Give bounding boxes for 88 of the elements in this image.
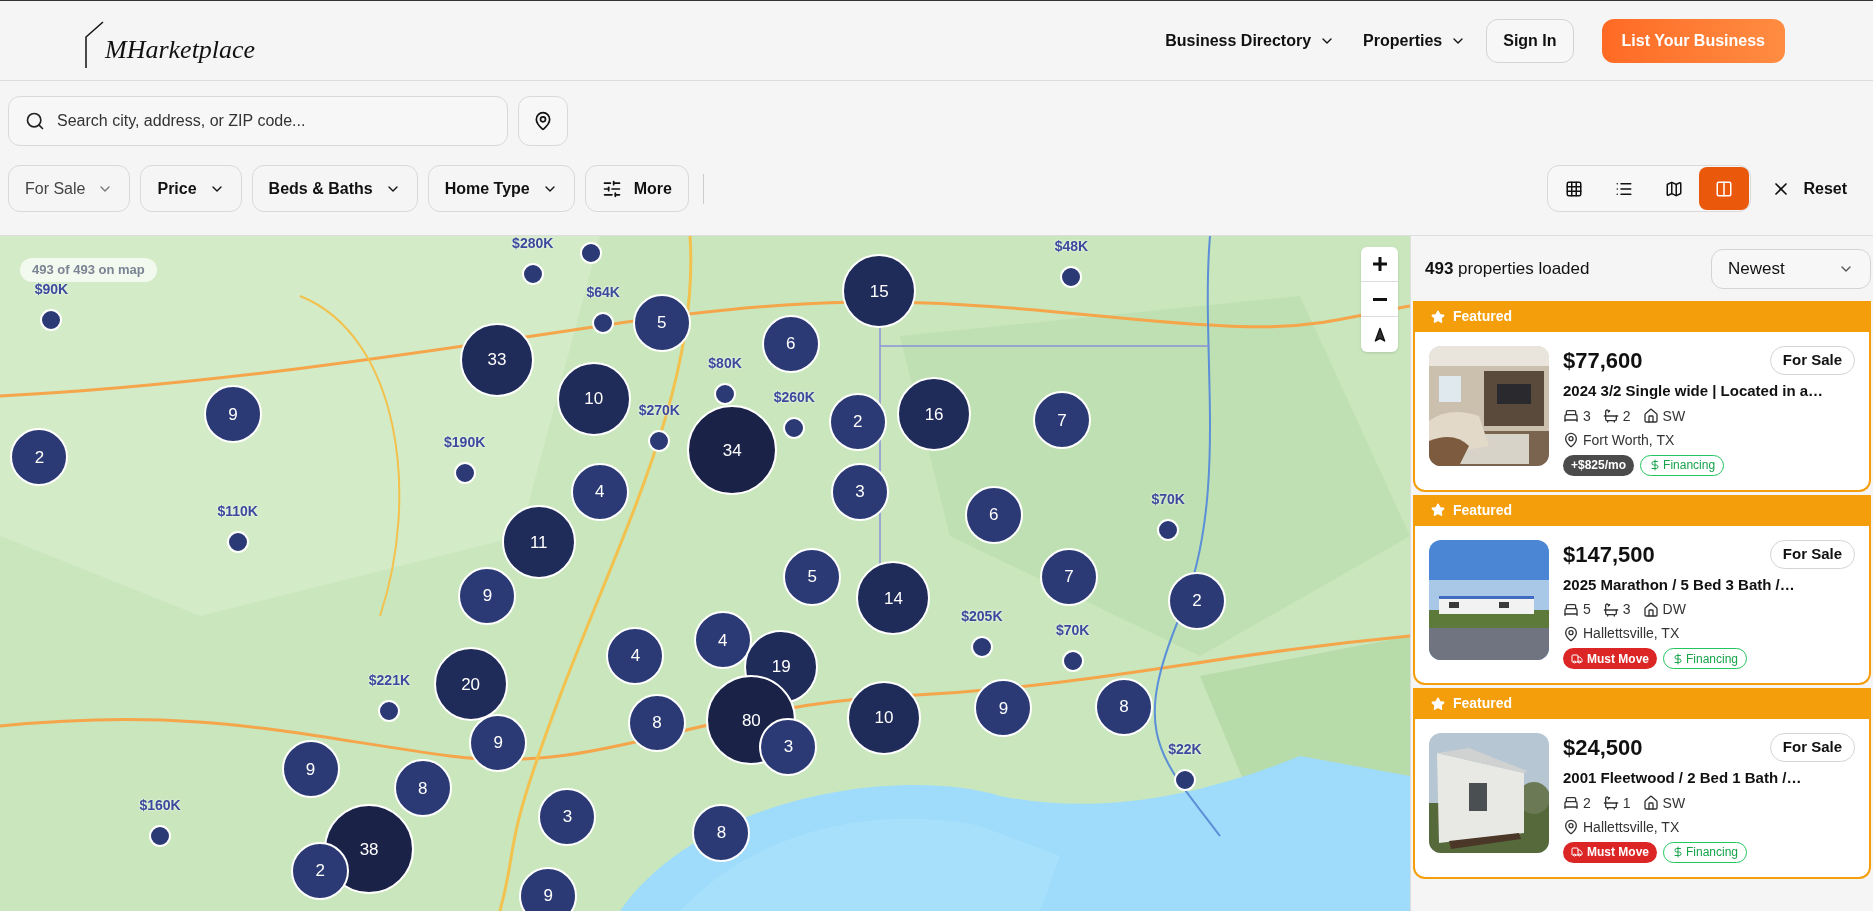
nav-menu[interactable]: Business Directory	[1157, 20, 1344, 61]
listing-title: 2024 3/2 Single wide | Located in a…	[1563, 381, 1825, 401]
location-button[interactable]	[518, 96, 568, 146]
minus-icon	[1372, 297, 1387, 301]
price-label: $205K	[961, 609, 1003, 624]
bed-count: 5	[1583, 600, 1591, 619]
listing-card[interactable]: Featured $77,600 For Sale 2024 3/2 Single wide | Located in a… 3 2 SW Fort Worth, TX +$825/mo Financing	[1413, 301, 1871, 492]
financing-tag: Financing	[1663, 648, 1748, 669]
sort-select[interactable]: Newest	[1711, 248, 1871, 289]
reset-button[interactable]: Reset	[1771, 176, 1847, 201]
bath-count: 3	[1622, 600, 1631, 619]
listing-location: Hallettsville, TX	[1583, 817, 1680, 837]
bed-count: 3	[1583, 406, 1591, 426]
bed-icon	[1563, 408, 1579, 424]
price-label: $110K	[217, 504, 258, 519]
must-move-tag: Must Move	[1563, 841, 1657, 863]
truck-icon	[1571, 846, 1583, 858]
featured-label: Featured	[1453, 307, 1513, 326]
price-label: $221K	[368, 672, 411, 687]
split-view-icon	[1715, 179, 1734, 198]
filter-dropdown[interactable]: For Sale	[8, 165, 131, 212]
price-label: $70K	[1055, 622, 1090, 637]
price-label: $22K	[1168, 742, 1202, 756]
nav-menu[interactable]: Properties	[1355, 20, 1475, 61]
financing-tag: Financing	[1640, 454, 1725, 476]
logo-text[interactable]: MHarketplace	[105, 33, 256, 69]
map-count-badge: 493 of 493 on map	[20, 258, 157, 282]
search-icon	[25, 111, 45, 131]
map-icon	[1665, 179, 1684, 198]
grid-icon	[1565, 179, 1584, 198]
star-icon	[1431, 309, 1445, 324]
price-label: $80K	[708, 356, 742, 371]
bath-count: 2	[1622, 406, 1631, 426]
listing-title: 2025 Marathon / 5 Bed 3 Bath /…	[1563, 574, 1796, 595]
price-label: $64K	[586, 284, 620, 299]
price-label: $160K	[139, 798, 181, 813]
location-pin-icon	[1563, 625, 1579, 642]
price-label: $48K	[1054, 239, 1089, 254]
must-move-tag: Must Move	[1563, 648, 1657, 669]
filter-dropdown[interactable]: Price	[140, 165, 242, 212]
filter-dropdown[interactable]: Beds & Baths	[251, 165, 418, 212]
location-pin-icon	[1563, 819, 1579, 835]
featured-label: Featured	[1453, 500, 1513, 520]
bath-count: 1	[1622, 793, 1631, 813]
dollar-icon	[1672, 846, 1684, 858]
sliders-icon	[601, 178, 622, 199]
filter-dropdown[interactable]: Home Type	[427, 165, 575, 212]
listing-card[interactable]: Featured $24,500 For Sale 2001 Fleetwood / 2 Bed 1 Bath /… 2 1 SW Hallettsville, TX Must Move Financing	[1413, 688, 1871, 879]
price-label: $280K	[512, 236, 554, 250]
payment-tag: +$825/mo	[1563, 454, 1635, 476]
bed-count: 2	[1583, 793, 1591, 813]
financing-tag: Financing	[1663, 841, 1748, 863]
listing-price: $24,500	[1563, 734, 1643, 762]
price-label: $70K	[1151, 492, 1185, 507]
house-icon	[1642, 408, 1659, 424]
listing-title: 2001 Fleetwood / 2 Bed 1 Bath /…	[1563, 768, 1803, 788]
home-type: SW	[1662, 406, 1686, 426]
bath-icon	[1602, 601, 1619, 618]
truck-icon	[1571, 652, 1583, 665]
results-count: 493 properties loaded	[1425, 257, 1590, 280]
dollar-icon	[1649, 459, 1662, 471]
bed-icon	[1563, 795, 1579, 811]
location-pin-icon	[1563, 432, 1579, 448]
location-pin-icon	[533, 111, 553, 131]
search-bar[interactable]: Search city, address, or ZIP code...	[8, 96, 508, 146]
star-icon	[1431, 503, 1445, 517]
listing-location: Hallettsville, TX	[1583, 624, 1680, 643]
listing-price: $77,600	[1563, 347, 1643, 375]
bath-icon	[1602, 408, 1619, 424]
plus-icon	[1372, 257, 1387, 271]
price-label: $90K	[34, 282, 69, 297]
house-icon	[1642, 601, 1659, 618]
search-field[interactable]: Search city, address, or ZIP code...	[57, 109, 491, 133]
listing-location: Fort Worth, TX	[1583, 430, 1675, 450]
bath-icon	[1602, 795, 1619, 811]
home-type: SW	[1662, 793, 1686, 813]
more-filters-button[interactable]: More	[584, 165, 689, 212]
bed-icon	[1563, 601, 1579, 618]
listing-price: $147,500	[1563, 540, 1655, 569]
dollar-icon	[1672, 652, 1684, 665]
star-icon	[1431, 696, 1445, 711]
house-icon	[1642, 795, 1659, 811]
featured-label: Featured	[1453, 694, 1513, 713]
price-label: $190K	[444, 435, 486, 449]
sign-in-button[interactable]: Sign In	[1486, 18, 1574, 63]
listing-card[interactable]: Featured $147,500 For Sale 2025 Marathon / 5 Bed 3 Bath /… 5 3 DW Hallettsville, TX Must Move Financing	[1413, 494, 1871, 685]
price-label: $260K	[773, 389, 815, 404]
home-type: DW	[1662, 600, 1686, 619]
